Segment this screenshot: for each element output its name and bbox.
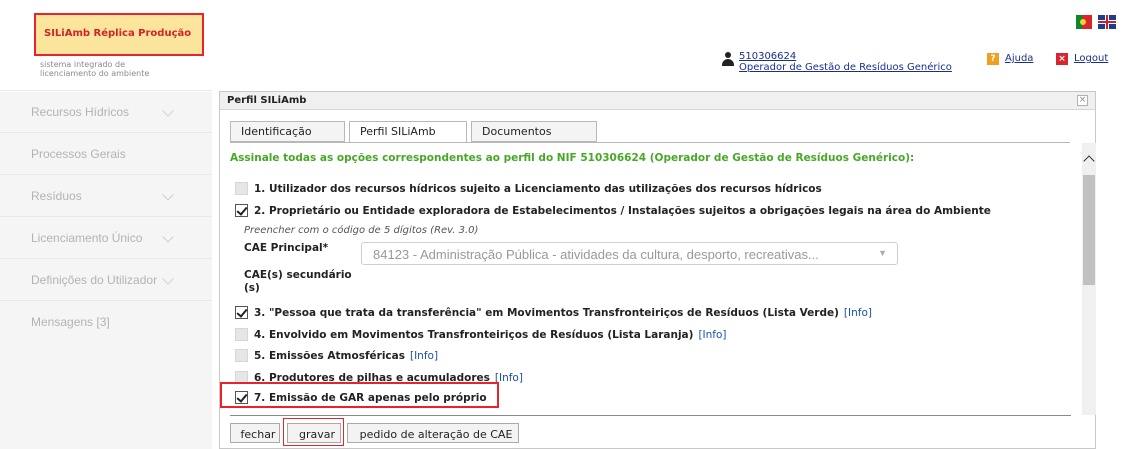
chevron-down-icon — [162, 105, 174, 117]
sidebar-item-licenciamento-unico[interactable]: Licenciamento Único — [0, 216, 212, 258]
help-icon[interactable]: ? — [987, 53, 999, 65]
cae-hint: Preencher com o código de 5 dígitos (Rev… — [244, 225, 479, 236]
portugal-flag-icon[interactable] — [1076, 15, 1092, 29]
sidebar-item-mensagens[interactable]: Mensagens [3] — [0, 300, 212, 342]
footer-divider — [230, 415, 1071, 416]
sidebar-menu: Recursos Hídricos Processos Gerais Resíd… — [0, 90, 212, 342]
checkbox[interactable] — [235, 328, 248, 341]
close-icon[interactable]: × — [1077, 95, 1088, 106]
cae-principal-label: CAE Principal* — [244, 242, 329, 254]
info-link[interactable]: [Info] — [698, 329, 726, 341]
sidebar-item-definicoes-utilizador[interactable]: Definições do Utilizador — [0, 258, 212, 300]
help-link[interactable]: Ajuda — [1005, 53, 1033, 64]
option-4[interactable]: 4. Envolvido em Movimentos Transfronteir… — [235, 328, 727, 341]
brand-logo[interactable]: SILiAmb Réplica Produção — [34, 13, 204, 56]
chevron-down-icon — [162, 273, 174, 285]
tab-identificacao[interactable]: Identificação — [230, 121, 345, 142]
checkbox[interactable] — [235, 349, 248, 362]
chevron-down-icon: ▼ — [878, 248, 887, 258]
option-5[interactable]: 5. Emissões Atmosféricas [Info] — [235, 349, 438, 362]
option-1[interactable]: 1. Utilizador dos recursos hídricos suje… — [235, 182, 822, 195]
checkbox[interactable] — [235, 306, 248, 319]
vertical-scrollbar[interactable] — [1082, 143, 1096, 415]
tab-documentos[interactable]: Documentos — [471, 121, 597, 142]
brand-name: SILiAmb Réplica Produção — [44, 28, 192, 39]
uk-flag-icon[interactable] — [1098, 15, 1116, 29]
request-cae-change-button[interactable]: pedido de alteração de CAE — [347, 423, 519, 443]
option-label: 4. Envolvido em Movimentos Transfronteir… — [254, 329, 694, 341]
user-role-link[interactable]: Operador de Gestão de Resíduos Genérico — [739, 62, 952, 73]
cae-principal-select[interactable]: 84123 - Administração Pública - atividad… — [361, 242, 898, 265]
sidebar-item-label: Processos Gerais — [31, 147, 126, 161]
option-label: 1. Utilizador dos recursos hídricos suje… — [254, 183, 822, 195]
option-label: 5. Emissões Atmosféricas — [254, 350, 405, 362]
logout-icon[interactable]: × — [1056, 53, 1068, 65]
sidebar-item-label: Recursos Hídricos — [31, 105, 130, 119]
tab-perfil-siliamb[interactable]: Perfil SILiAmb — [349, 121, 467, 143]
logout-link[interactable]: Logout — [1074, 53, 1108, 64]
sidebar-item-label: Definições do Utilizador — [31, 273, 158, 287]
chevron-down-icon — [162, 231, 174, 243]
brand-subtitle-line2: licenciamento do ambiente — [40, 69, 150, 78]
checkbox[interactable] — [235, 204, 248, 217]
dialog-title: Perfil SILiAmb — [227, 95, 307, 106]
sidebar-item-residuos[interactable]: Resíduos — [0, 174, 212, 216]
dialog-titlebar: Perfil SILiAmb × — [220, 92, 1095, 110]
brand-subtitle: sistema integrado de licenciamento do am… — [40, 60, 149, 78]
cae-secondary-label-line2: (s) — [244, 282, 260, 294]
option-label: 2. Proprietário ou Entidade exploradora … — [254, 205, 991, 217]
user-icon — [721, 52, 735, 66]
highlight-save-button — [283, 418, 344, 446]
info-link[interactable]: [Info] — [410, 350, 438, 362]
option-3[interactable]: 3. "Pessoa que trata da transferência" e… — [235, 306, 872, 319]
checkbox[interactable] — [235, 182, 248, 195]
user-nif-link[interactable]: 510306624 — [739, 51, 796, 62]
logo-area: SILiAmb Réplica Produção sistema integra… — [0, 0, 212, 92]
scrollbar-thumb[interactable] — [1083, 175, 1095, 285]
brand-subtitle-line1: sistema integrado de — [40, 60, 125, 69]
sidebar-item-label: Licenciamento Único — [31, 231, 143, 245]
info-link[interactable]: [Info] — [844, 307, 872, 319]
cae-secondary-label-line1: CAE(s) secundário — [244, 269, 352, 281]
cae-principal-value: 84123 - Administração Pública - atividad… — [373, 247, 819, 262]
sidebar-item-label: Resíduos — [31, 189, 82, 203]
sidebar-item-label: Mensagens [3] — [31, 315, 110, 329]
intro-text: Assinale todas as opções correspondentes… — [230, 152, 915, 164]
chevron-down-icon — [162, 189, 174, 201]
info-link[interactable]: [Info] — [495, 372, 523, 384]
sidebar-item-recursos-hidricos[interactable]: Recursos Hídricos — [0, 90, 212, 132]
cae-secondary-label: CAE(s) secundário (s) — [244, 269, 364, 295]
highlight-option-7 — [220, 382, 499, 408]
close-button[interactable]: fechar — [230, 423, 280, 443]
dialog-content: Assinale todas as opções correspondentes… — [220, 143, 1080, 415]
scroll-up-icon[interactable] — [1083, 155, 1095, 167]
sidebar-item-processos-gerais[interactable]: Processos Gerais — [0, 132, 212, 174]
option-label: 3. "Pessoa que trata da transferência" e… — [254, 307, 839, 319]
sidebar: SILiAmb Réplica Produção sistema integra… — [0, 0, 212, 449]
option-2[interactable]: 2. Proprietário ou Entidade exploradora … — [235, 204, 991, 217]
